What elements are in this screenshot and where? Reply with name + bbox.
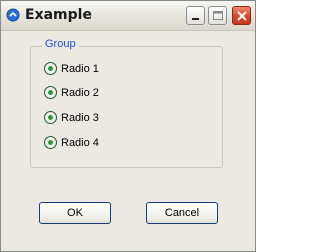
- radio-label: Radio 2: [61, 87, 99, 99]
- radio-label: Radio 4: [61, 137, 99, 149]
- ok-button[interactable]: OK: [39, 202, 111, 224]
- group-label: Group: [42, 38, 79, 50]
- close-button[interactable]: [232, 6, 251, 25]
- radio-button-icon[interactable]: [44, 111, 57, 124]
- maximize-button[interactable]: [208, 6, 227, 25]
- radio-label: Radio 1: [61, 63, 99, 75]
- radio-label: Radio 3: [61, 112, 99, 124]
- dialog-window: Example Group Radio 1 Radio 2 Radio 3 Ra…: [0, 0, 256, 252]
- cancel-button[interactable]: Cancel: [146, 202, 218, 224]
- title-bar[interactable]: Example: [1, 1, 255, 31]
- radio-button-icon[interactable]: [44, 136, 57, 149]
- radio-button-icon[interactable]: [44, 62, 57, 75]
- app-icon: [6, 8, 20, 22]
- window-title: Example: [25, 7, 92, 23]
- radio-button-icon[interactable]: [44, 86, 57, 99]
- group-box: [30, 46, 223, 168]
- minimize-button[interactable]: [186, 6, 205, 25]
